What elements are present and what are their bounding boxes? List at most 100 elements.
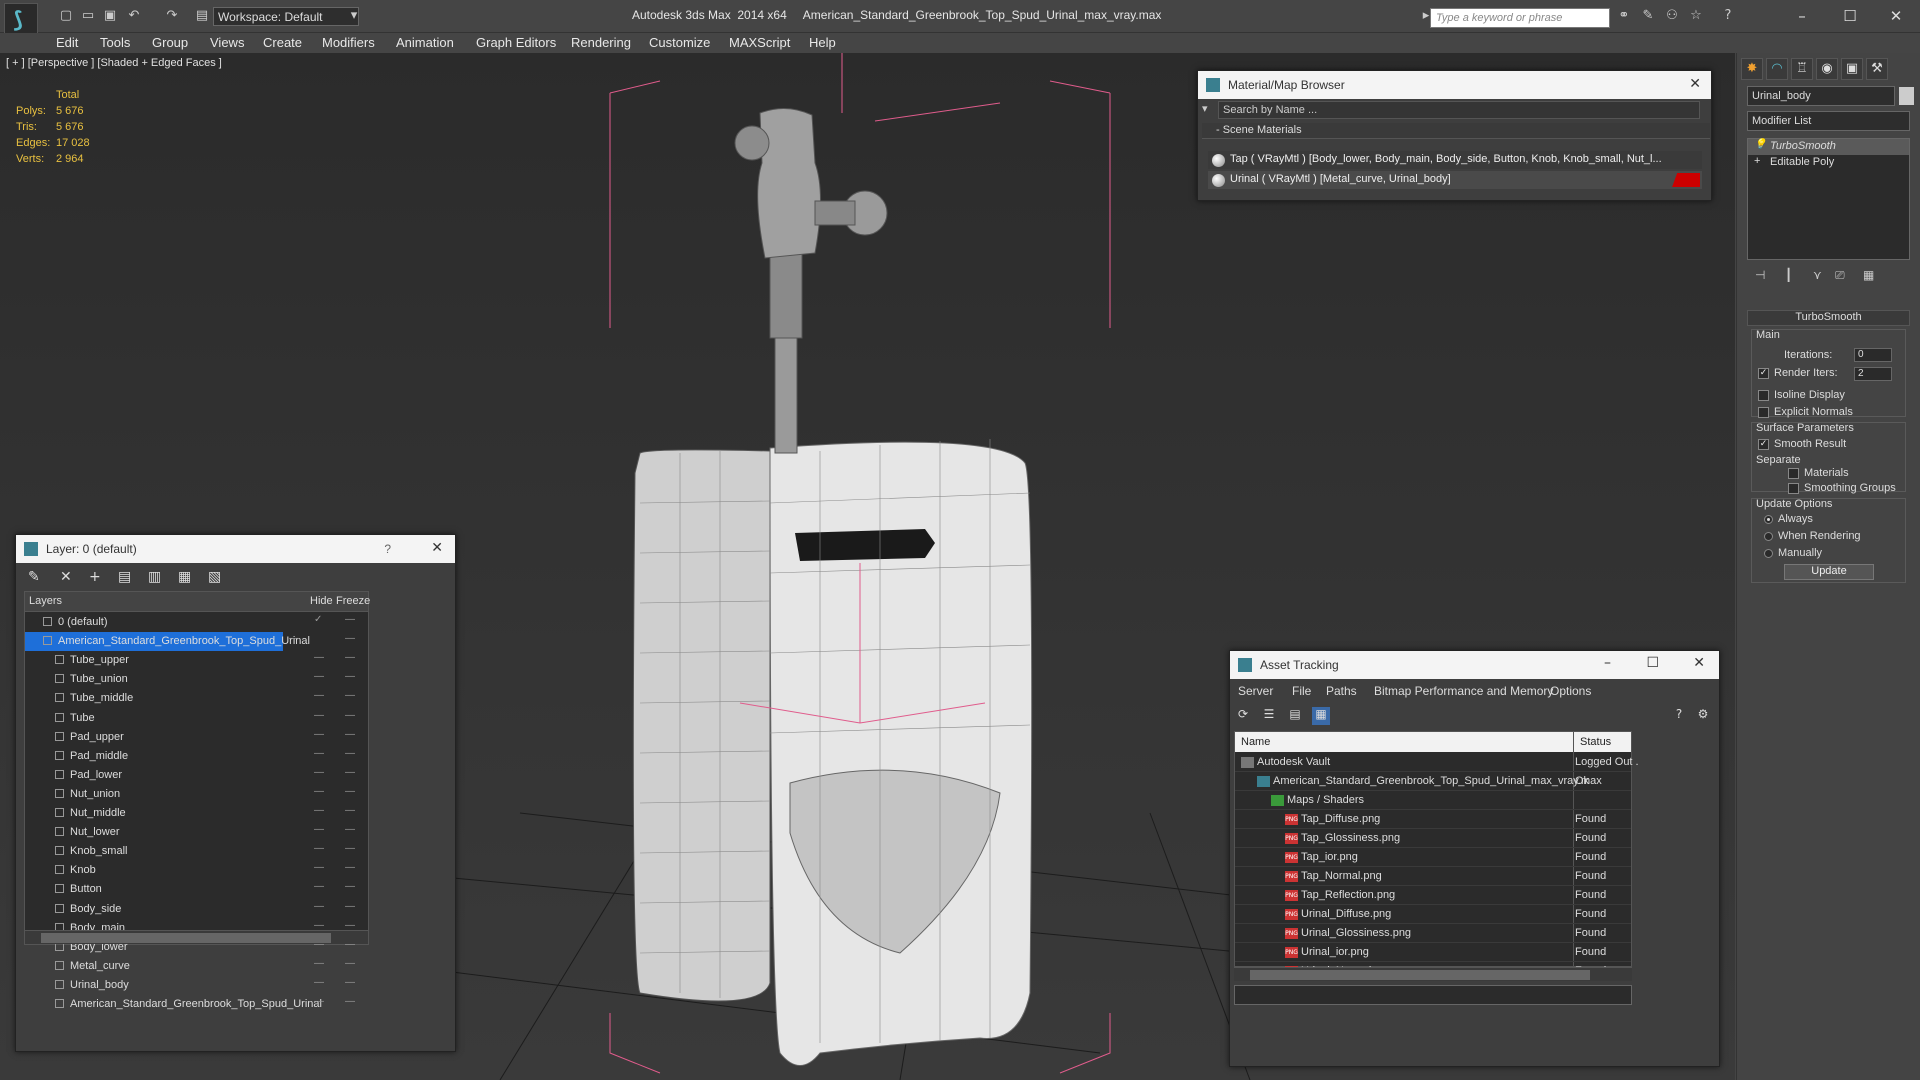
- material-search-input[interactable]: Search by Name ...: [1218, 101, 1700, 119]
- hide-toggle[interactable]: —: [314, 786, 324, 797]
- freeze-toggle[interactable]: —: [345, 652, 355, 663]
- menu-views[interactable]: Views: [210, 35, 244, 50]
- freeze-toggle[interactable]: —: [345, 690, 355, 701]
- menu-edit[interactable]: Edit: [56, 35, 78, 50]
- render-iters-spinner[interactable]: 2: [1854, 367, 1892, 381]
- new-file-icon[interactable]: ▢: [58, 8, 74, 24]
- update-manually-radio[interactable]: [1764, 549, 1773, 558]
- hide-toggle[interactable]: —: [314, 748, 324, 759]
- make-unique-icon[interactable]: ⋎: [1813, 268, 1822, 282]
- asset-row[interactable]: PNG Tap_ior.png Found: [1235, 848, 1631, 867]
- modifier-list-dropdown[interactable]: Modifier List: [1747, 111, 1910, 131]
- tree-view-icon[interactable]: ▤: [1286, 707, 1304, 725]
- layer-row[interactable]: Button — —: [25, 880, 368, 899]
- motion-tab-icon[interactable]: ◉: [1816, 58, 1838, 80]
- create-tab-icon[interactable]: ✸: [1741, 58, 1763, 80]
- freeze-toggle[interactable]: —: [345, 786, 355, 797]
- render-iters-checkbox[interactable]: ✓: [1758, 368, 1769, 379]
- layer-row[interactable]: Tube_upper — —: [25, 651, 368, 670]
- delete-layer-icon[interactable]: ✕: [60, 569, 72, 585]
- close-icon[interactable]: ✕: [1689, 76, 1701, 92]
- layer-row[interactable]: Knob — —: [25, 861, 368, 880]
- search-input[interactable]: Type a keyword or phrase: [1430, 8, 1610, 28]
- hide-toggle[interactable]: —: [314, 977, 324, 988]
- layer-row[interactable]: American_Standard_Greenbrook_Top_Spud_Ur…: [25, 632, 355, 652]
- binoculars-icon[interactable]: ⚭: [1616, 8, 1632, 24]
- freeze-toggle[interactable]: —: [345, 977, 355, 988]
- separate-smoothing-groups-checkbox[interactable]: [1788, 483, 1799, 494]
- hide-toggle[interactable]: ✓: [314, 614, 322, 625]
- dialog-titlebar[interactable]: Material/Map Browser: [1198, 71, 1711, 99]
- hide-toggle[interactable]: —: [314, 958, 324, 969]
- workspace-dropdown[interactable]: Workspace: Default: [213, 7, 359, 26]
- viewport-label[interactable]: [ + ] [Perspective ] [Shaded + Edged Fac…: [6, 57, 222, 69]
- favorites-star-icon[interactable]: ☆: [1688, 8, 1704, 24]
- asset-row[interactable]: PNG Urinal_Diffuse.png Found: [1235, 905, 1631, 924]
- scene-materials-section[interactable]: - Scene Materials: [1202, 123, 1710, 139]
- help-icon[interactable]: ?: [1720, 8, 1736, 24]
- configure-modifier-sets-icon[interactable]: ▦: [1863, 268, 1874, 282]
- layer-row[interactable]: Urinal_body — —: [25, 976, 368, 995]
- stack-item-editable-poly[interactable]: + Editable Poly: [1748, 155, 1909, 171]
- menu-maxscript[interactable]: MAXScript: [729, 35, 790, 50]
- communication-center-icon[interactable]: ✎: [1640, 8, 1656, 24]
- maximize-button[interactable]: ☐: [1828, 4, 1872, 28]
- asset-row[interactable]: PNG Tap_Normal.png Found: [1235, 867, 1631, 886]
- help-button[interactable]: ?: [384, 542, 391, 556]
- rollout-header[interactable]: TurboSmooth: [1747, 310, 1910, 326]
- minimize-button[interactable]: –: [1780, 4, 1824, 28]
- new-layer-icon[interactable]: ✎: [28, 569, 40, 585]
- object-color-swatch[interactable]: [1899, 87, 1914, 105]
- freeze-toggle[interactable]: —: [345, 748, 355, 759]
- hide-toggle[interactable]: —: [314, 920, 324, 931]
- freeze-toggle[interactable]: —: [345, 958, 355, 969]
- object-name-field[interactable]: Urinal_body: [1747, 86, 1895, 106]
- urinal-model[interactable]: [632, 108, 1033, 1066]
- col-status[interactable]: Status: [1580, 736, 1611, 748]
- freeze-toggle[interactable]: —: [345, 881, 355, 892]
- asset-row[interactable]: PNG Tap_Diffuse.png Found: [1235, 810, 1631, 829]
- hide-toggle[interactable]: —: [314, 652, 324, 663]
- asset-row[interactable]: PNG Tap_Glossiness.png Found: [1235, 829, 1631, 848]
- update-button[interactable]: Update: [1784, 564, 1874, 580]
- layer-row[interactable]: Pad_lower — —: [25, 766, 368, 785]
- layer-row[interactable]: Nut_union — —: [25, 785, 368, 804]
- freeze-toggle[interactable]: —: [345, 767, 355, 778]
- close-button[interactable]: ✕: [1874, 4, 1918, 28]
- layer-row[interactable]: Metal_curve — —: [25, 957, 368, 976]
- app-menu-button[interactable]: ⟆: [4, 3, 38, 37]
- layer-row[interactable]: Tube_middle — —: [25, 689, 368, 708]
- col-name[interactable]: Name: [1241, 736, 1270, 748]
- hide-toggle[interactable]: —: [314, 671, 324, 682]
- menu-create[interactable]: Create: [263, 35, 302, 50]
- update-always-radio[interactable]: [1764, 515, 1773, 524]
- menu-modifiers[interactable]: Modifiers: [322, 35, 375, 50]
- col-hide[interactable]: Hide: [310, 595, 333, 607]
- menu-customize[interactable]: Customize: [649, 35, 710, 50]
- maximize-button[interactable]: ☐: [1646, 655, 1659, 671]
- close-icon[interactable]: ✕: [431, 540, 443, 556]
- project-folder-icon[interactable]: ▤: [194, 8, 210, 24]
- modify-tab-icon[interactable]: ◠: [1766, 58, 1788, 80]
- subscription-icon[interactable]: ⚇: [1664, 8, 1680, 24]
- show-end-result-icon[interactable]: ┃: [1785, 268, 1792, 282]
- freeze-toggle[interactable]: —: [345, 862, 355, 873]
- freeze-toggle[interactable]: —: [345, 671, 355, 682]
- browser-options-icon[interactable]: ▾: [1202, 102, 1208, 115]
- layer-row[interactable]: Pad_middle — —: [25, 747, 368, 766]
- menu-animation[interactable]: Animation: [396, 35, 454, 50]
- iterations-spinner[interactable]: 0: [1854, 348, 1892, 362]
- freeze-toggle[interactable]: —: [345, 996, 355, 1007]
- menu-paths[interactable]: Paths: [1326, 684, 1357, 698]
- freeze-all-layers-icon[interactable]: ▧: [208, 569, 221, 585]
- smooth-result-checkbox[interactable]: ✓: [1758, 439, 1769, 450]
- horizontal-scrollbar[interactable]: [1234, 967, 1632, 981]
- freeze-toggle[interactable]: —: [345, 710, 355, 721]
- layer-row[interactable]: Pad_upper — —: [25, 728, 368, 747]
- freeze-toggle[interactable]: —: [345, 729, 355, 740]
- highlight-layer-icon[interactable]: ▥: [148, 569, 161, 585]
- redo-icon[interactable]: ↷: [164, 8, 180, 24]
- layer-row[interactable]: Body_side — —: [25, 900, 368, 919]
- menu-graph-editors[interactable]: Graph Editors: [476, 35, 556, 50]
- hide-toggle[interactable]: —: [314, 729, 324, 740]
